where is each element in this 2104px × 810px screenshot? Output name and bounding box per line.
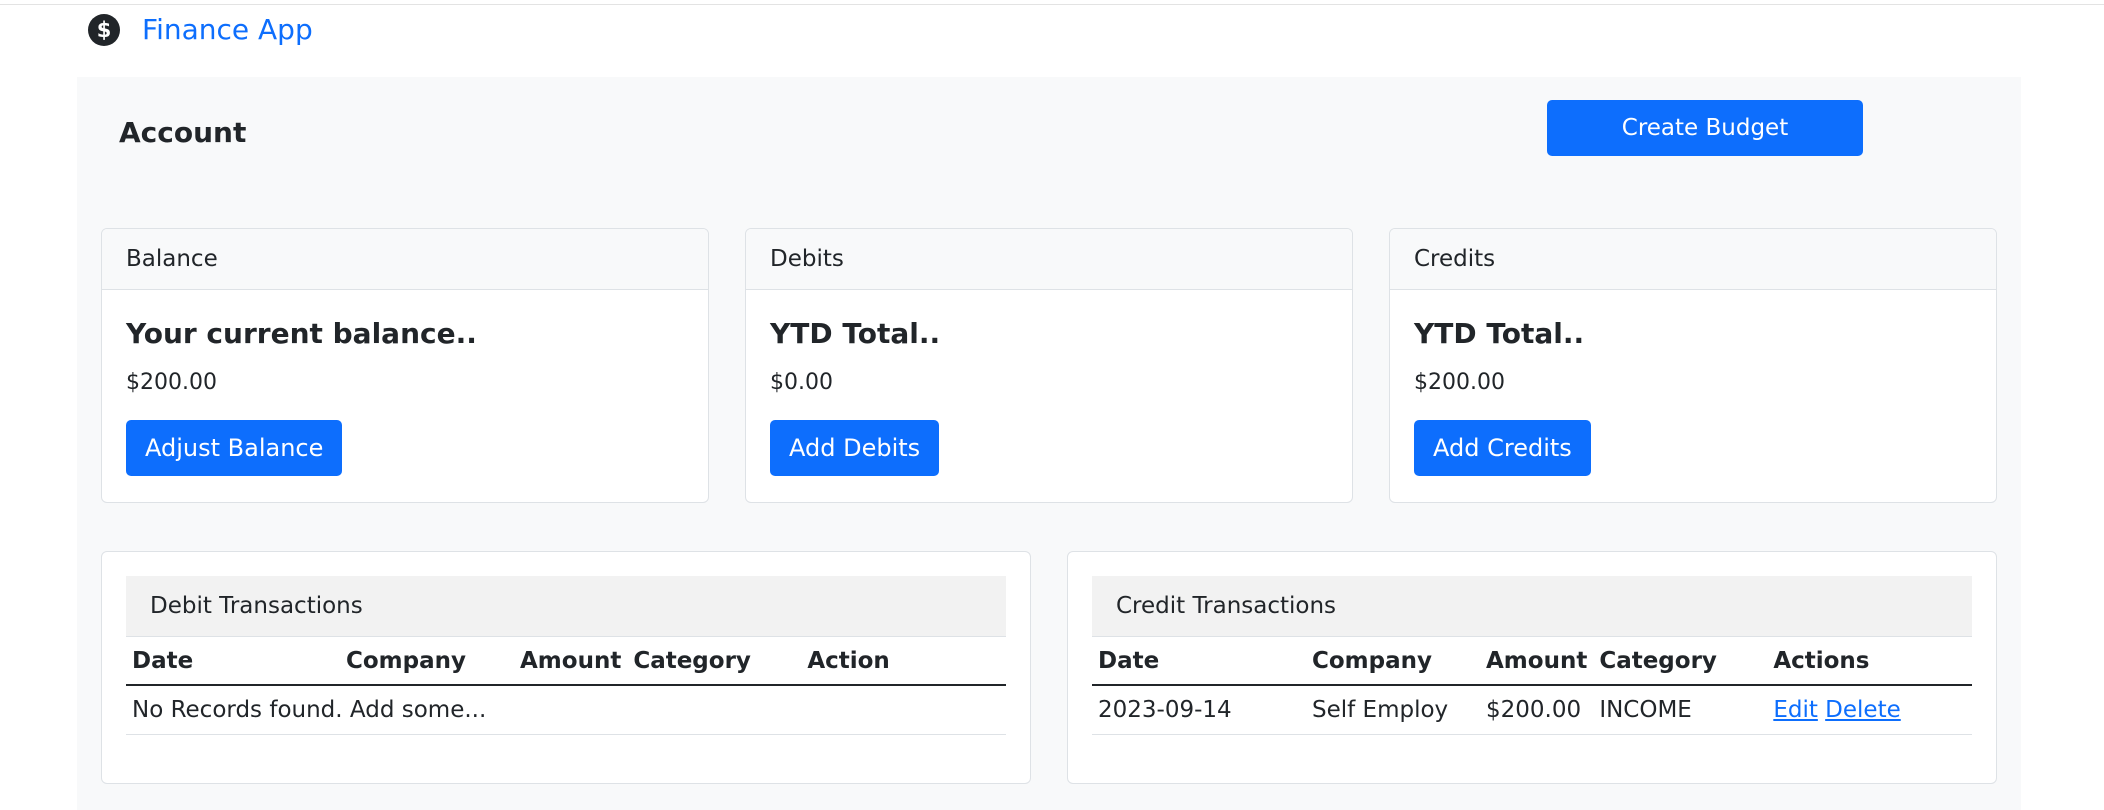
- edit-link[interactable]: Edit: [1773, 697, 1818, 723]
- debit-transactions-table: Date Company Amount Category Action No R…: [126, 637, 1006, 735]
- table-header-row: Date Company Amount Category Actions: [1092, 637, 1972, 686]
- column-header-actions: Actions: [1767, 637, 1972, 686]
- card-header: Debits: [746, 229, 1352, 290]
- column-header-date: Date: [1092, 637, 1306, 686]
- cell-date: 2023-09-14: [1092, 685, 1306, 735]
- create-budget-button[interactable]: Create Budget: [1547, 100, 1863, 156]
- column-header-amount: Amount: [1480, 637, 1594, 686]
- debits-total-value: $0.00: [770, 370, 833, 395]
- page-title: Account: [119, 116, 247, 149]
- card-title: YTD Total..: [770, 317, 941, 350]
- credits-card: Credits YTD Total.. $200.00 Add Credits: [1389, 228, 1997, 503]
- column-header-company: Company: [1306, 637, 1480, 686]
- empty-message: No Records found. Add some...: [126, 685, 1006, 735]
- adjust-balance-button[interactable]: Adjust Balance: [126, 420, 343, 476]
- dollar-circle-icon: $: [88, 14, 120, 46]
- add-debits-button[interactable]: Add Debits: [770, 420, 940, 476]
- cell-company: Self Employ: [1306, 685, 1480, 735]
- debit-transactions-card: Debit Transactions Date Company Amount C…: [101, 551, 1031, 784]
- svg-text:$: $: [97, 18, 112, 42]
- column-header-action: Action: [801, 637, 1006, 686]
- table-row: 2023-09-14 Self Employ $200.00 INCOME Ed…: [1092, 685, 1972, 735]
- delete-link[interactable]: Delete: [1825, 697, 1901, 723]
- cell-actions: Edit Delete: [1767, 685, 1972, 735]
- table-header-row: Date Company Amount Category Action: [126, 637, 1006, 686]
- column-header-category: Category: [627, 637, 802, 686]
- column-header-amount: Amount: [514, 637, 628, 686]
- brand-link[interactable]: Finance App: [142, 12, 313, 48]
- credit-transactions-title: Credit Transactions: [1092, 576, 1972, 637]
- column-header-category: Category: [1593, 637, 1768, 686]
- debits-card: Debits YTD Total.. $0.00 Add Debits: [745, 228, 1353, 503]
- column-header-date: Date: [126, 637, 340, 686]
- add-credits-button[interactable]: Add Credits: [1414, 420, 1591, 476]
- credits-total-value: $200.00: [1414, 370, 1505, 395]
- credit-transactions-table: Date Company Amount Category Actions 202…: [1092, 637, 1972, 735]
- cell-category: INCOME: [1593, 685, 1768, 735]
- table-row: No Records found. Add some...: [126, 685, 1006, 735]
- balance-card: Balance Your current balance.. $200.00 A…: [101, 228, 709, 503]
- cell-amount: $200.00: [1480, 685, 1594, 735]
- top-border: [0, 4, 2104, 5]
- account-panel: Account Create Budget Balance Your curre…: [77, 77, 2021, 810]
- column-header-company: Company: [340, 637, 514, 686]
- debit-transactions-title: Debit Transactions: [126, 576, 1006, 637]
- balance-value: $200.00: [126, 370, 217, 395]
- card-title: YTD Total..: [1414, 317, 1585, 350]
- navbar: $ Finance App: [88, 12, 313, 48]
- card-title: Your current balance..: [126, 317, 477, 350]
- card-header: Balance: [102, 229, 708, 290]
- credit-transactions-card: Credit Transactions Date Company Amount …: [1067, 551, 1997, 784]
- card-header: Credits: [1390, 229, 1996, 290]
